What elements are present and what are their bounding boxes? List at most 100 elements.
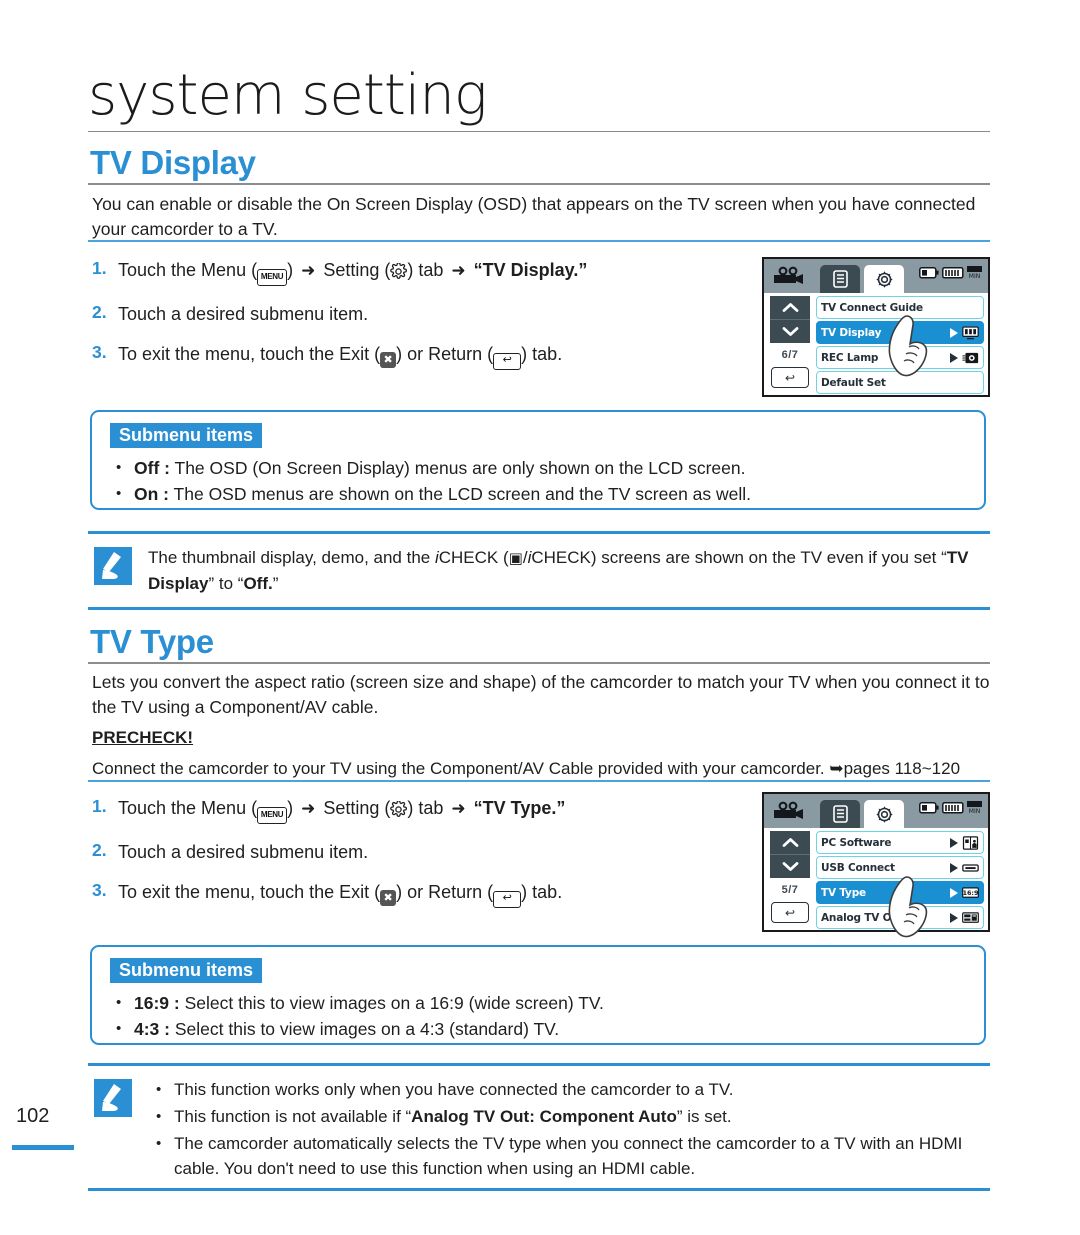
section-intro-tv-type: Lets you convert the aspect ratio (scree… — [92, 672, 990, 717]
page-number: 102 — [16, 1105, 50, 1127]
submenu-box-tv-display: Submenu items Off : The OSD (On Screen D… — [90, 410, 986, 510]
lcd-tv-type: MIN 5/7 ↩ PC Software USB Connect TV Typ… — [762, 792, 990, 938]
note-list: This function works only when you have c… — [148, 1077, 990, 1181]
note-text: This function works only when you have c… — [148, 1077, 990, 1183]
submenu-item-term: 4:3 : — [134, 1019, 170, 1039]
step-item: 1. Touch the Menu (MENU) ➜ Setting () ta… — [92, 258, 712, 286]
step-text-mid3: ) tab — [407, 260, 449, 280]
exit-icon: ✖ — [380, 890, 397, 906]
lcd-tv-display: MIN 6/7 ↩ TV Connect Guide TV Display RE… — [762, 257, 990, 397]
step-number: 1. — [92, 796, 107, 816]
note-box-tv-display: The thumbnail display, demo, and the iCH… — [88, 531, 990, 610]
step-number: 1. — [92, 258, 107, 278]
lcd-body: 5/7 ↩ PC Software USB Connect TV Type 16… — [764, 828, 988, 932]
note-part2: CHECK ( — [438, 548, 509, 567]
lcd-up-button[interactable] — [770, 296, 810, 319]
step-text-mid3: ) tab — [407, 798, 449, 818]
submenu-item-desc: The OSD menus are shown on the LCD scree… — [169, 484, 752, 504]
usb-connect-icon — [962, 863, 979, 872]
lcd-up-button[interactable] — [770, 831, 810, 854]
step-text-post: ) tab. — [521, 882, 563, 902]
page-number-bar — [12, 1145, 74, 1150]
lcd-menu-item-usb-connect[interactable]: USB Connect — [816, 856, 984, 879]
lcd-tab-setting[interactable] — [864, 800, 904, 828]
note-inner: This function works only when you have c… — [88, 1066, 990, 1194]
manual-page: system setting TV Display You can enable… — [0, 0, 1080, 1235]
gear-icon — [390, 263, 408, 279]
lcd-menu-item-pc-software[interactable]: PC Software — [816, 831, 984, 854]
battery-icon — [919, 801, 939, 814]
lcd-status-icons: MIN — [919, 801, 982, 814]
submenu-box-tv-type: Submenu items 16:9 : Select this to view… — [90, 945, 986, 1045]
lcd-menu-item-rec-lamp[interactable]: REC Lamp — [816, 346, 984, 369]
note-hand-icon — [94, 547, 132, 585]
chevron-down-icon — [782, 862, 798, 871]
submenu-item: 16:9 : Select this to view images on a 1… — [92, 990, 984, 1016]
list-tab-icon — [832, 270, 848, 288]
section-heading-tv-type: TV Type — [90, 623, 214, 660]
submenu-item-desc: The OSD (On Screen Display) menus are on… — [169, 458, 746, 478]
step-text: Touch the Menu (MENU) ➜ Setting () tab ➜… — [118, 258, 587, 286]
note-item-bold: Analog TV Out: Component Auto — [411, 1107, 677, 1126]
note-text: The thumbnail display, demo, and the iCH… — [148, 545, 990, 596]
svg-text:MIN: MIN — [969, 808, 980, 814]
step-text: To exit the menu, touch the Exit (✖) or … — [118, 880, 562, 908]
step-item: 3. To exit the menu, touch the Exit (✖) … — [92, 342, 712, 370]
lcd-tab-list[interactable] — [820, 800, 860, 828]
note-list-item: This function works only when you have c… — [148, 1077, 990, 1102]
step-text-post: ) tab. — [521, 344, 563, 364]
lcd-status-icons: MIN — [919, 266, 982, 279]
note-icon-glyph — [102, 1084, 121, 1111]
lcd-page-indicator: 5/7 — [781, 884, 799, 896]
chevron-up-icon — [782, 303, 798, 312]
section-heading-tv-display: TV Display — [90, 144, 256, 181]
lcd-down-button[interactable] — [770, 319, 810, 343]
lcd-row-label: USB Connect — [821, 861, 895, 874]
note-part5: ” to “ — [208, 574, 244, 593]
lcd-row-label: REC Lamp — [821, 351, 879, 364]
step-item: 3. To exit the menu, touch the Exit (✖) … — [92, 880, 712, 908]
section-intro-underline-2 — [88, 780, 990, 782]
step-item: 2. Touch a desired submenu item. — [92, 302, 712, 326]
step-item: 1. Touch the Menu (MENU) ➜ Setting () ta… — [92, 796, 712, 824]
lcd-menu-item-tv-connect-guide[interactable]: TV Connect Guide — [816, 296, 984, 319]
steps-tv-display: 1. Touch the Menu (MENU) ➜ Setting () ta… — [92, 258, 712, 386]
exit-icon: ✖ — [380, 352, 397, 368]
submenu-item-desc: Select this to view images on a 4:3 (sta… — [169, 1019, 560, 1039]
lcd-menu-item-analog-tv-out[interactable]: Analog TV Out — [816, 906, 984, 929]
lcd-return-button[interactable]: ↩ — [771, 367, 809, 388]
lcd-return-button[interactable]: ↩ — [771, 902, 809, 923]
camcorder-icon — [774, 801, 803, 819]
gear-icon — [390, 801, 408, 817]
rec-lamp-icon — [962, 352, 979, 363]
note-box-tv-type: This function works only when you have c… — [88, 1063, 990, 1194]
lcd-page-indicator: 6/7 — [781, 349, 799, 361]
lcd-menu-item-tv-display[interactable]: TV Display — [816, 321, 984, 344]
camcorder-icon — [774, 266, 803, 284]
arrow-icon: ➜ — [301, 261, 316, 280]
lcd-row-label: Analog TV Out — [821, 911, 904, 924]
lcd-row-right — [950, 911, 979, 925]
lcd-down-button[interactable] — [770, 854, 810, 878]
lcd-menu-item-tv-type[interactable]: TV Type 16:9 — [816, 881, 984, 904]
section-intro-underline-1 — [88, 240, 990, 242]
list-tab-icon — [832, 805, 848, 823]
lcd-nav-column: 6/7 ↩ — [767, 296, 813, 394]
memory-icon — [942, 801, 964, 814]
note-item-post: ” is set. — [676, 1107, 732, 1126]
lcd-tab-setting[interactable] — [864, 265, 904, 293]
step-text-pre: Touch the Menu ( — [118, 798, 258, 818]
min-icon: MIN — [967, 801, 982, 814]
lcd-menu-item-default-set[interactable]: Default Set — [816, 371, 984, 394]
play-triangle-icon — [950, 862, 958, 873]
menu-icon: MENU — [257, 807, 288, 824]
return-icon: ↩ — [493, 891, 522, 908]
arrow-icon-2: ➜ — [451, 261, 466, 280]
lcd-nav-column: 5/7 ↩ — [767, 831, 813, 929]
submenu-list: 16:9 : Select this to view images on a 1… — [92, 986, 984, 1054]
chapter-title: system setting — [88, 63, 487, 128]
play-triangle-icon — [950, 887, 958, 898]
step-text-mid1: ) or Return ( — [396, 344, 494, 364]
lcd-tab-list[interactable] — [820, 265, 860, 293]
note-list-item: The camcorder automatically selects the … — [148, 1131, 990, 1181]
